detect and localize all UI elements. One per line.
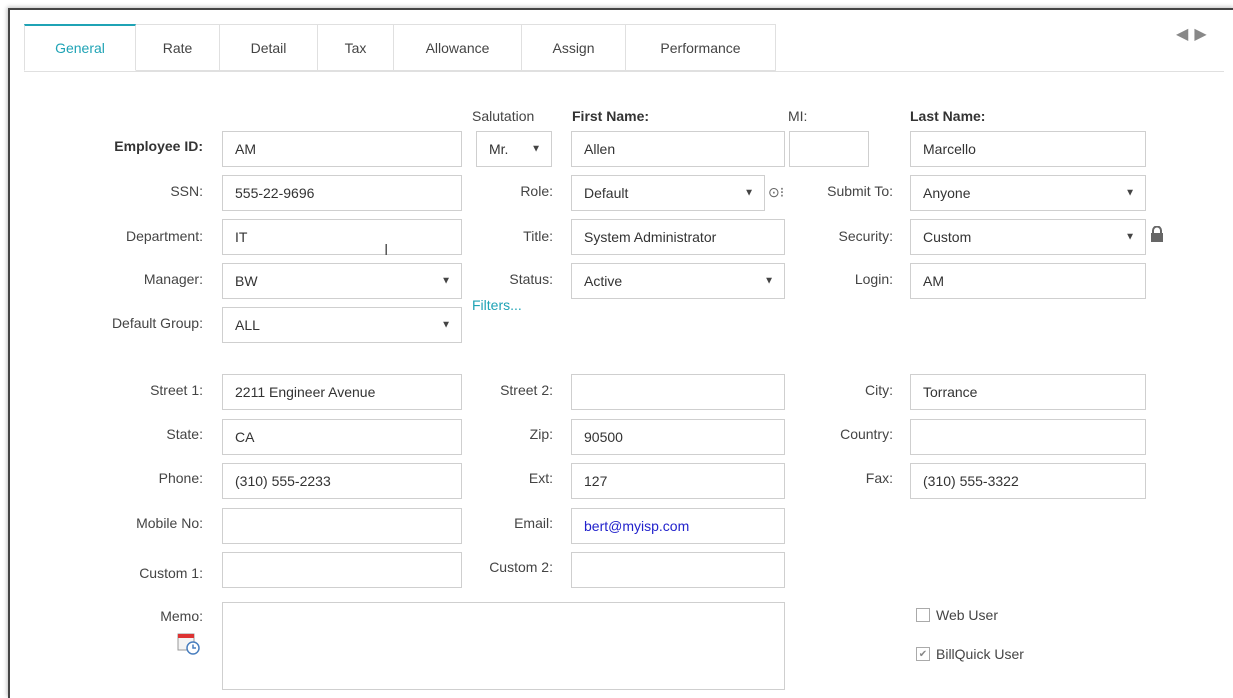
status-value: Active: [584, 273, 623, 289]
custom1-field[interactable]: [222, 552, 462, 588]
submit-to-value: Anyone: [923, 185, 971, 201]
employee-id-field[interactable]: AM: [222, 131, 462, 167]
title-field[interactable]: System Administrator: [571, 219, 785, 255]
phone-label: Phone:: [158, 470, 203, 486]
first-name-field[interactable]: Allen: [571, 131, 785, 167]
memo-field[interactable]: [222, 602, 785, 690]
last-name-field[interactable]: Marcello: [910, 131, 1146, 167]
security-label: Security:: [838, 228, 893, 244]
arrow-left-icon[interactable]: ◀: [1176, 24, 1188, 44]
security-select[interactable]: Custom ▼: [910, 219, 1146, 255]
arrow-right-icon[interactable]: ▶: [1194, 24, 1206, 44]
mobile-field[interactable]: [222, 508, 462, 544]
caret-down-icon: ▼: [744, 187, 754, 199]
fax-label: Fax:: [865, 470, 893, 486]
state-field[interactable]: CA: [222, 419, 462, 455]
custom2-label: Custom 2:: [489, 559, 553, 575]
manager-label: Manager:: [143, 271, 203, 287]
mobile-label: Mobile No:: [136, 515, 203, 531]
ssn-label: SSN:: [170, 183, 203, 199]
tab-performance[interactable]: Performance: [626, 24, 776, 71]
caret-down-icon: ▼: [764, 275, 774, 287]
status-select[interactable]: Active ▼: [571, 263, 785, 299]
security-value: Custom: [923, 229, 972, 245]
role-value: Default: [584, 185, 629, 201]
checkbox-checked-icon[interactable]: ✔: [916, 647, 930, 661]
salutation-value: Mr.: [489, 141, 509, 157]
web-user-checkbox[interactable]: Web User: [916, 607, 998, 623]
tab-bar: General Rate Detail Tax Allowance Assign…: [24, 24, 776, 72]
fax-field[interactable]: (310) 555-3322: [910, 463, 1146, 499]
caret-down-icon: ▼: [531, 143, 541, 155]
custom2-field[interactable]: [571, 552, 785, 588]
first-name-label: First Name:: [572, 108, 650, 124]
caret-down-icon: ▼: [441, 275, 451, 287]
tab-rate[interactable]: Rate: [136, 24, 220, 71]
default-group-select[interactable]: ALL ▼: [222, 307, 462, 343]
salutation-select[interactable]: Mr. ▼: [476, 131, 552, 167]
street2-field[interactable]: [571, 374, 785, 410]
department-field[interactable]: IT: [222, 219, 462, 255]
city-field[interactable]: Torrance: [910, 374, 1146, 410]
salutation-label: Salutation: [472, 108, 535, 124]
text-cursor-icon: I: [384, 242, 389, 259]
department-label: Department:: [125, 228, 203, 244]
ext-label: Ext:: [528, 470, 553, 486]
manager-value: BW: [235, 273, 258, 289]
zip-label: Zip:: [529, 426, 553, 442]
status-label: Status:: [509, 271, 553, 287]
last-name-label: Last Name:: [910, 108, 986, 124]
default-group-label: Default Group:: [111, 315, 203, 331]
tab-detail[interactable]: Detail: [220, 24, 318, 71]
street1-label: Street 1:: [150, 382, 203, 398]
caret-down-icon: ▼: [1125, 187, 1135, 199]
mi-label: MI:: [788, 108, 808, 124]
role-settings-icon[interactable]: ⊙⁝: [768, 184, 784, 201]
tab-allowance[interactable]: Allowance: [394, 24, 522, 71]
email-label: Email:: [514, 515, 553, 531]
zip-field[interactable]: 90500: [571, 419, 785, 455]
billquick-user-checkbox[interactable]: ✔ BillQuick User: [916, 646, 1024, 662]
caret-down-icon: ▼: [441, 319, 451, 331]
custom1-label: Custom 1:: [139, 565, 203, 581]
memo-label: Memo:: [160, 608, 203, 624]
login-field[interactable]: AM: [910, 263, 1146, 299]
tab-nav: ◀ ▶: [1176, 24, 1207, 44]
state-label: State:: [166, 426, 203, 442]
city-label: City:: [865, 382, 893, 398]
billquick-user-label: BillQuick User: [936, 646, 1024, 662]
calendar-clock-icon[interactable]: [176, 630, 202, 656]
role-select[interactable]: Default ▼: [571, 175, 765, 211]
street2-label: Street 2:: [500, 382, 553, 398]
ssn-field[interactable]: 555-22-9696: [222, 175, 462, 211]
manager-select[interactable]: BW ▼: [222, 263, 462, 299]
country-field[interactable]: [910, 419, 1146, 455]
street1-field[interactable]: 2211 Engineer Avenue: [222, 374, 462, 410]
title-label: Title:: [523, 228, 553, 244]
ext-field[interactable]: 127: [571, 463, 785, 499]
tab-tax[interactable]: Tax: [318, 24, 394, 71]
caret-down-icon: ▼: [1125, 231, 1135, 243]
country-label: Country:: [840, 426, 893, 442]
filters-link[interactable]: Filters...: [472, 297, 522, 313]
checkbox-unchecked-icon[interactable]: [916, 608, 930, 622]
submit-to-select[interactable]: Anyone ▼: [910, 175, 1146, 211]
tab-general[interactable]: General: [24, 24, 136, 71]
lock-icon[interactable]: [1150, 225, 1164, 242]
submit-to-label: Submit To:: [827, 183, 893, 199]
email-field[interactable]: bert@myisp.com: [571, 508, 785, 544]
web-user-label: Web User: [936, 607, 998, 623]
default-group-value: ALL: [235, 317, 260, 333]
employee-id-label: Employee ID:: [114, 138, 203, 154]
mi-field[interactable]: [789, 131, 869, 167]
tab-divider: [24, 71, 1224, 72]
phone-field[interactable]: (310) 555-2233: [222, 463, 462, 499]
role-label: Role:: [520, 183, 553, 199]
tab-assign[interactable]: Assign: [522, 24, 626, 71]
login-label: Login:: [854, 271, 893, 287]
